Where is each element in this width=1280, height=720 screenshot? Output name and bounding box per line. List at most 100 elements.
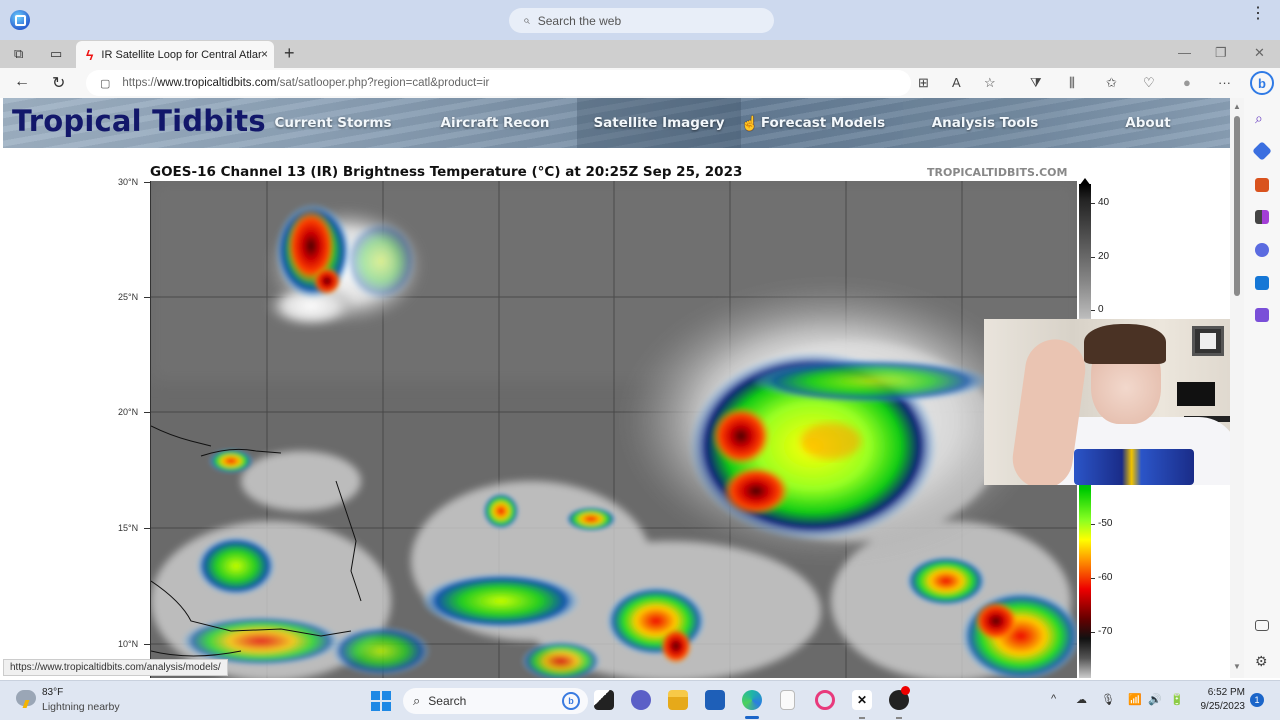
search-icon: ⌕ [413, 693, 421, 708]
task-view-icon[interactable] [594, 690, 614, 710]
tropical-storm-main [621, 281, 1041, 561]
nav-aircraft-recon[interactable]: Aircraft Recon [425, 98, 565, 148]
nav-satellite-imagery[interactable]: Satellite Imagery [577, 98, 741, 148]
favorite-star-icon[interactable]: ☆ [984, 75, 996, 91]
scroll-thumb[interactable] [1234, 116, 1240, 296]
battery-icon[interactable]: 🔋 [1170, 693, 1184, 706]
back-icon[interactable]: ← [14, 73, 30, 91]
notification-badge[interactable]: 1 [1250, 693, 1264, 707]
colorbar-label-0: 0 [1098, 304, 1104, 315]
weather-temperature[interactable]: 83°F [42, 687, 63, 698]
edge-sidebar: ⌕ ⚙ [1244, 98, 1280, 678]
lock-icon: ▢ [100, 77, 111, 90]
clock-date[interactable]: 9/25/2023 [1193, 701, 1246, 712]
taskbar-search[interactable]: ⌕ Search b [403, 688, 588, 714]
volume-icon[interactable]: 🔊 [1148, 693, 1162, 706]
outlook-icon[interactable] [1255, 276, 1269, 290]
url-prefix: https:// [122, 77, 157, 89]
games-chess-icon[interactable] [1255, 210, 1269, 224]
more-options-icon[interactable]: ··· [1218, 75, 1231, 90]
tab-active[interactable]: ϟ IR Satellite Loop for Central Atlar × [76, 41, 274, 68]
colorbar-label-minus50: -50 [1098, 518, 1113, 529]
colorbar-label-minus70: -70 [1098, 626, 1113, 637]
mouse-cursor-icon: ☝ [741, 115, 759, 131]
microsoft-store-icon[interactable] [705, 690, 725, 710]
taskbar-search-label: Search [428, 694, 467, 708]
lat-label-30n: 30°N [118, 177, 139, 187]
tools-briefcase-icon[interactable] [1255, 178, 1269, 192]
scroll-down-icon[interactable]: ▼ [1233, 662, 1241, 671]
tab-actions-icon[interactable]: ▭ [50, 46, 62, 62]
lat-label-15n: 15°N [118, 523, 139, 533]
opera-icon[interactable] [815, 690, 835, 710]
restore-button[interactable]: ❐ [1215, 45, 1227, 61]
bing-copilot-icon[interactable]: b [1250, 71, 1274, 95]
profile-icon[interactable]: ● [1183, 75, 1191, 90]
weather-storm-icon[interactable] [16, 690, 36, 706]
colorbar-label-40: 40 [1098, 197, 1110, 208]
split-screen-icon[interactable]: ⫼ [1069, 75, 1075, 91]
favorites-icon[interactable]: ✩ [1106, 75, 1117, 91]
browser-title-bar: ⌕ Search the web ⋮ [0, 0, 1280, 40]
app-launcher-icon[interactable] [10, 10, 30, 30]
colorbar-tick [1091, 524, 1095, 525]
microphone-location-icon[interactable]: 🎙 [1101, 693, 1115, 706]
running-indicator [896, 717, 902, 719]
url-input[interactable]: ▢ https://www.tropicaltidbits.com/sat/sa… [86, 70, 911, 96]
shirt-graphic [1074, 449, 1194, 485]
url-path: /sat/satlooper.php?region=catl&product=i… [276, 77, 490, 89]
satellite-ir-svg [151, 181, 1077, 678]
close-window-button[interactable]: ✕ [1254, 45, 1265, 61]
onedrive-icon[interactable]: ☁ [1076, 693, 1087, 706]
top-search-placeholder: Search the web [537, 13, 622, 28]
recording-badge [901, 686, 910, 695]
edge-browser-icon[interactable] [742, 690, 762, 710]
workspaces-icon[interactable]: ⧉ [14, 46, 23, 62]
scroll-up-icon[interactable]: ▲ [1233, 102, 1241, 111]
refresh-icon[interactable]: ↻ [52, 73, 65, 93]
app-view-icon[interactable]: ⊞ [918, 75, 929, 91]
active-app-indicator [745, 716, 759, 719]
sidebar-toggle-icon[interactable] [1255, 620, 1269, 631]
sidebar-search-icon[interactable]: ⌕ [1255, 110, 1269, 126]
notepad-icon[interactable] [780, 690, 795, 710]
link-hover-status: https://www.tropicaltidbits.com/analysis… [3, 659, 228, 676]
colorbar-tick [1091, 578, 1095, 579]
colorbar-tick [1091, 310, 1095, 311]
page-scrollbar[interactable]: ▲ ▼ [1230, 98, 1244, 678]
site-header: Tropical Tidbits Current Storms Aircraft… [3, 98, 1230, 148]
minimize-button[interactable]: — [1178, 45, 1191, 60]
site-logo[interactable]: Tropical Tidbits [12, 104, 266, 138]
extensions-icon[interactable]: ⧩ [1030, 75, 1042, 91]
tray-overflow-icon[interactable]: ^ [1051, 693, 1056, 705]
new-tab-button[interactable]: + [284, 43, 295, 64]
file-explorer-icon[interactable] [668, 690, 688, 710]
nav-about[interactable]: About [1083, 98, 1213, 148]
colorbar-label-20: 20 [1098, 251, 1110, 262]
sidebar-settings-icon[interactable]: ⚙ [1255, 653, 1269, 669]
menu-icon[interactable]: ⋮ [1250, 6, 1266, 22]
tab-bar: ⧉ ▭ ϟ IR Satellite Loop for Central Atla… [0, 40, 1280, 68]
url-domain: www.tropicaltidbits.com [156, 77, 277, 89]
capcut-icon[interactable]: ✕ [852, 690, 872, 710]
designer-icon[interactable] [1255, 308, 1269, 322]
tab-close-icon[interactable]: × [261, 47, 268, 61]
microsoft365-icon[interactable] [1255, 243, 1269, 257]
nav-current-storms[interactable]: Current Storms [263, 98, 403, 148]
teams-chat-icon[interactable] [631, 690, 651, 710]
tab-title: IR Satellite Loop for Central Atlar [101, 48, 262, 61]
colorbar-tick [1091, 632, 1095, 633]
windows-start-icon[interactable] [371, 691, 391, 711]
nav-forecast-models[interactable]: Forecast Models [743, 98, 903, 148]
browser-essentials-icon[interactable]: ♡ [1143, 75, 1155, 91]
read-aloud-icon[interactable]: A [952, 75, 961, 90]
shopping-tag-icon[interactable] [1252, 141, 1272, 161]
nav-analysis-tools[interactable]: Analysis Tools [903, 98, 1067, 148]
address-bar-row: ← ↻ ▢ https://www.tropicaltidbits.com/sa… [0, 68, 1280, 98]
satellite-ir-image[interactable] [150, 181, 1077, 678]
top-search-bar[interactable]: ⌕ Search the web [509, 8, 774, 33]
wifi-icon[interactable]: 📶 [1128, 693, 1142, 706]
map-title: GOES-16 Channel 13 (IR) Brightness Tempe… [150, 164, 743, 180]
weather-description[interactable]: Lightning nearby [42, 701, 120, 713]
clock-time[interactable]: 6:52 PM [1207, 687, 1245, 698]
